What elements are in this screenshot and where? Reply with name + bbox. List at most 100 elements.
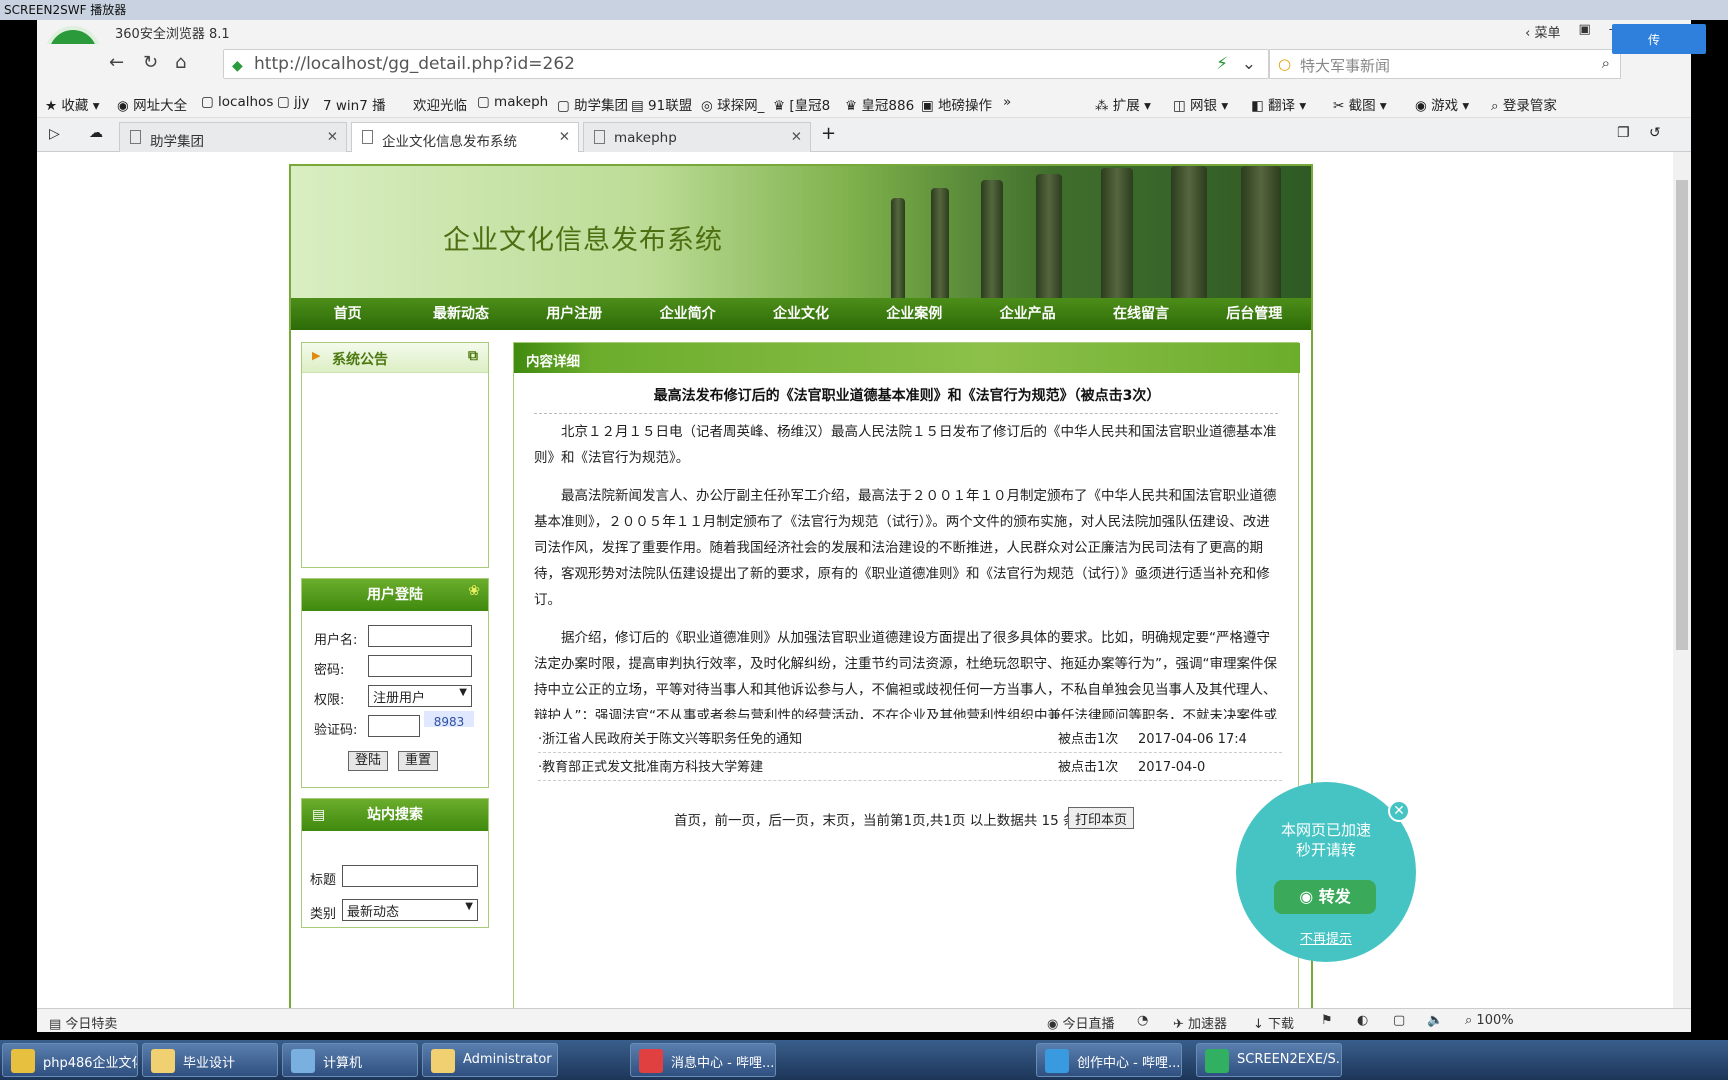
toolbar-item[interactable]: ◫ 网银 ▾ xyxy=(1173,94,1228,114)
home-icon[interactable]: ⌂ xyxy=(175,52,186,73)
today-sale-item[interactable]: ▤ 今日特卖 xyxy=(49,1013,117,1032)
fav-item[interactable]: ♛ [皇冠8 xyxy=(773,94,830,114)
captcha-image[interactable]: 8983 xyxy=(424,711,474,727)
fav-item[interactable]: ▣ 地磅操作 xyxy=(921,94,992,114)
menu-button[interactable]: ‹ 菜单 xyxy=(1525,22,1560,41)
username-input[interactable] xyxy=(368,625,472,647)
divider xyxy=(534,413,1278,414)
window-icon[interactable]: ▢ xyxy=(1393,1013,1405,1028)
sound-icon[interactable]: 🔈 xyxy=(1427,1013,1443,1028)
history-icon[interactable]: ◔ xyxy=(1137,1013,1148,1028)
pagination[interactable]: 首页，前一页，后一页，末页，当前第1页,共1页 以上数据共 15 条, xyxy=(674,809,1081,829)
taskbar-item[interactable]: php486企业文化... xyxy=(2,1043,138,1077)
clean-icon[interactable]: ◐ xyxy=(1357,1013,1368,1028)
more-icon[interactable]: ⧉ xyxy=(468,348,478,364)
taskbar-item[interactable]: 计算机 xyxy=(282,1043,418,1077)
tab-1[interactable]: 企业文化信息发布系统 ✕ xyxy=(351,122,579,153)
toolbar-item[interactable]: ✂ 截图 ▾ xyxy=(1333,94,1387,114)
toolbar-item[interactable]: ⌕ 登录管家 xyxy=(1491,94,1557,114)
search-title-input[interactable] xyxy=(342,865,478,887)
vertical-scrollbar[interactable] xyxy=(1673,152,1691,1008)
captcha-input[interactable] xyxy=(368,715,420,737)
fav-item[interactable]: ▢ jjy xyxy=(277,94,310,110)
live-item[interactable]: ◉ 今日直播 xyxy=(1047,1013,1115,1032)
accelerator-item[interactable]: ✈ 加速器 xyxy=(1173,1013,1227,1032)
notice-box: ▶ 系统公告 ⧉ xyxy=(301,342,489,568)
more-favorites-icon[interactable]: » xyxy=(1003,94,1011,110)
app-title: 360安全浏览器 8.1 xyxy=(115,27,230,42)
nav-item[interactable]: 后台管理 xyxy=(1198,298,1311,330)
password-input[interactable] xyxy=(368,655,472,677)
role-label: 权限: xyxy=(314,693,345,708)
flag-icon[interactable]: ⚑ xyxy=(1321,1013,1333,1028)
reset-button[interactable]: 重置 xyxy=(398,751,438,771)
search-input[interactable]: ○ 特大军事新闻 ⌕ xyxy=(1269,49,1621,79)
taskbar-item[interactable]: Administrator xyxy=(422,1043,558,1077)
back-icon[interactable]: ← xyxy=(109,52,124,73)
fav-item[interactable]: ★ 收藏 ▾ xyxy=(45,94,99,114)
toolbar-item[interactable]: ◉ 游戏 ▾ xyxy=(1415,94,1469,114)
browser-window: 360安全浏览器 8.1 ‹ 菜单 ▣ — □ ✕ e ← ↻ ⌂ ◆http:… xyxy=(37,20,1691,1032)
search-box-icon: ▤ xyxy=(312,807,326,823)
close-tab-icon[interactable]: ✕ xyxy=(791,129,802,145)
nav-item[interactable]: 在线留言 xyxy=(1084,298,1197,330)
popup-close-icon[interactable]: ✕ xyxy=(1388,800,1410,822)
print-button[interactable]: 打印本页 xyxy=(1068,807,1135,829)
fav-item[interactable]: ▢ makeph xyxy=(477,94,548,110)
fav-item[interactable]: 7 win7 播 xyxy=(323,94,386,114)
tab-2[interactable]: makephp ✕ xyxy=(583,122,811,152)
cloud-icon[interactable]: ☁ xyxy=(89,125,103,141)
fav-item[interactable]: ◉ 网址大全 xyxy=(117,94,187,114)
dropdown-icon[interactable]: ⌄ xyxy=(1242,54,1256,74)
new-tab-icon[interactable]: + xyxy=(821,123,836,144)
fav-item[interactable]: ◎ 球探网_ xyxy=(701,94,764,114)
taskbar-item[interactable]: 消息中心 - 哔哩... xyxy=(630,1043,776,1077)
fav-item[interactable]: ♛ 皇冠886 xyxy=(845,94,914,114)
nav-item[interactable]: 企业文化 xyxy=(744,298,857,330)
article-paragraph: 最高法院新闻发言人、办公厅副主任孙军工介绍，最高法于２００１年１０月制定颁布了《… xyxy=(534,488,1277,608)
search-icon[interactable]: ⌕ xyxy=(1602,54,1610,72)
tab-0[interactable]: 助学集团 ✕ xyxy=(119,122,347,152)
search-engine-icon[interactable]: ○ xyxy=(1278,55,1291,73)
undo-close-icon[interactable]: ↺ xyxy=(1649,125,1661,141)
skin-icon[interactable]: ▣ xyxy=(1579,22,1591,41)
scrollbar-thumb[interactable] xyxy=(1676,180,1688,650)
taskbar-item[interactable]: SCREEN2EXE/S... xyxy=(1196,1043,1342,1077)
category-select[interactable]: 最新动态 ▼ xyxy=(342,899,478,921)
fav-item[interactable]: ▢ 助学集团 xyxy=(557,94,628,114)
fav-item[interactable]: ▢ localhos xyxy=(201,94,273,110)
nav-item[interactable]: 首页 xyxy=(291,298,404,330)
refresh-icon[interactable]: ↻ xyxy=(143,52,158,73)
download-item[interactable]: ↓ 下载 xyxy=(1253,1013,1294,1032)
nav-item[interactable]: 企业简介 xyxy=(631,298,744,330)
close-tab-icon[interactable]: ✕ xyxy=(559,129,570,145)
no-more-link[interactable]: 不再提示 xyxy=(1236,928,1416,947)
fav-item[interactable]: 欢迎光临 xyxy=(413,94,467,114)
list-item[interactable]: ·教育部正式发文批准南方科技大学筹建 被点击1次 2017-04-0 xyxy=(538,755,1282,781)
toolbar-item[interactable]: ⁂ 扩展 ▾ xyxy=(1095,94,1151,114)
toolbar-item[interactable]: ◧ 翻译 ▾ xyxy=(1251,94,1306,114)
list-item[interactable]: ·浙江省人民政府关于陈文兴等职务任免的通知 被点击1次 2017-04-06 17:… xyxy=(538,727,1282,753)
login-button[interactable]: 登陆 xyxy=(348,751,388,771)
favorites-bar: ★ 收藏 ▾ ◉ 网址大全 ▢ localhos ▢ jjy 7 win7 播 … xyxy=(37,86,1691,118)
taskbar-item[interactable]: 毕业设计 xyxy=(142,1043,278,1077)
nav-item[interactable]: 企业产品 xyxy=(971,298,1084,330)
role-select[interactable]: 注册用户 ▼ xyxy=(368,685,472,707)
right-black-margin xyxy=(1691,20,1728,1021)
forward-button[interactable]: ◉ 转发 xyxy=(1274,880,1376,914)
taskbar-item[interactable]: 创作中心 - 哔哩... xyxy=(1036,1043,1182,1077)
arrow-icon: ▶ xyxy=(312,349,321,362)
speed-icon[interactable]: ⚡ xyxy=(1216,54,1228,74)
sidebar-toggle-icon[interactable]: ▷ xyxy=(49,126,60,142)
close-tab-icon[interactable]: ✕ xyxy=(327,129,338,145)
address-bar[interactable]: ◆ http://localhost/gg_detail.php?id=262 ⚡… xyxy=(223,49,1269,79)
nav-item[interactable]: 用户注册 xyxy=(518,298,631,330)
fav-item[interactable]: ▤ 91联盟 xyxy=(631,94,692,114)
password-label: 密码: xyxy=(314,663,345,678)
article-paragraph: 据介绍，修订后的《职业道德准则》从加强法官职业道德建设方面提出了很多具体的要求。… xyxy=(534,630,1277,719)
nav-item[interactable]: 企业案例 xyxy=(858,298,971,330)
nav-item[interactable]: 最新动态 xyxy=(404,298,517,330)
restore-tabs-icon[interactable]: ❐ xyxy=(1617,125,1630,141)
upload-widget[interactable]: 传 xyxy=(1612,24,1706,54)
zoom-item[interactable]: ⌕ 100% xyxy=(1465,1013,1514,1028)
